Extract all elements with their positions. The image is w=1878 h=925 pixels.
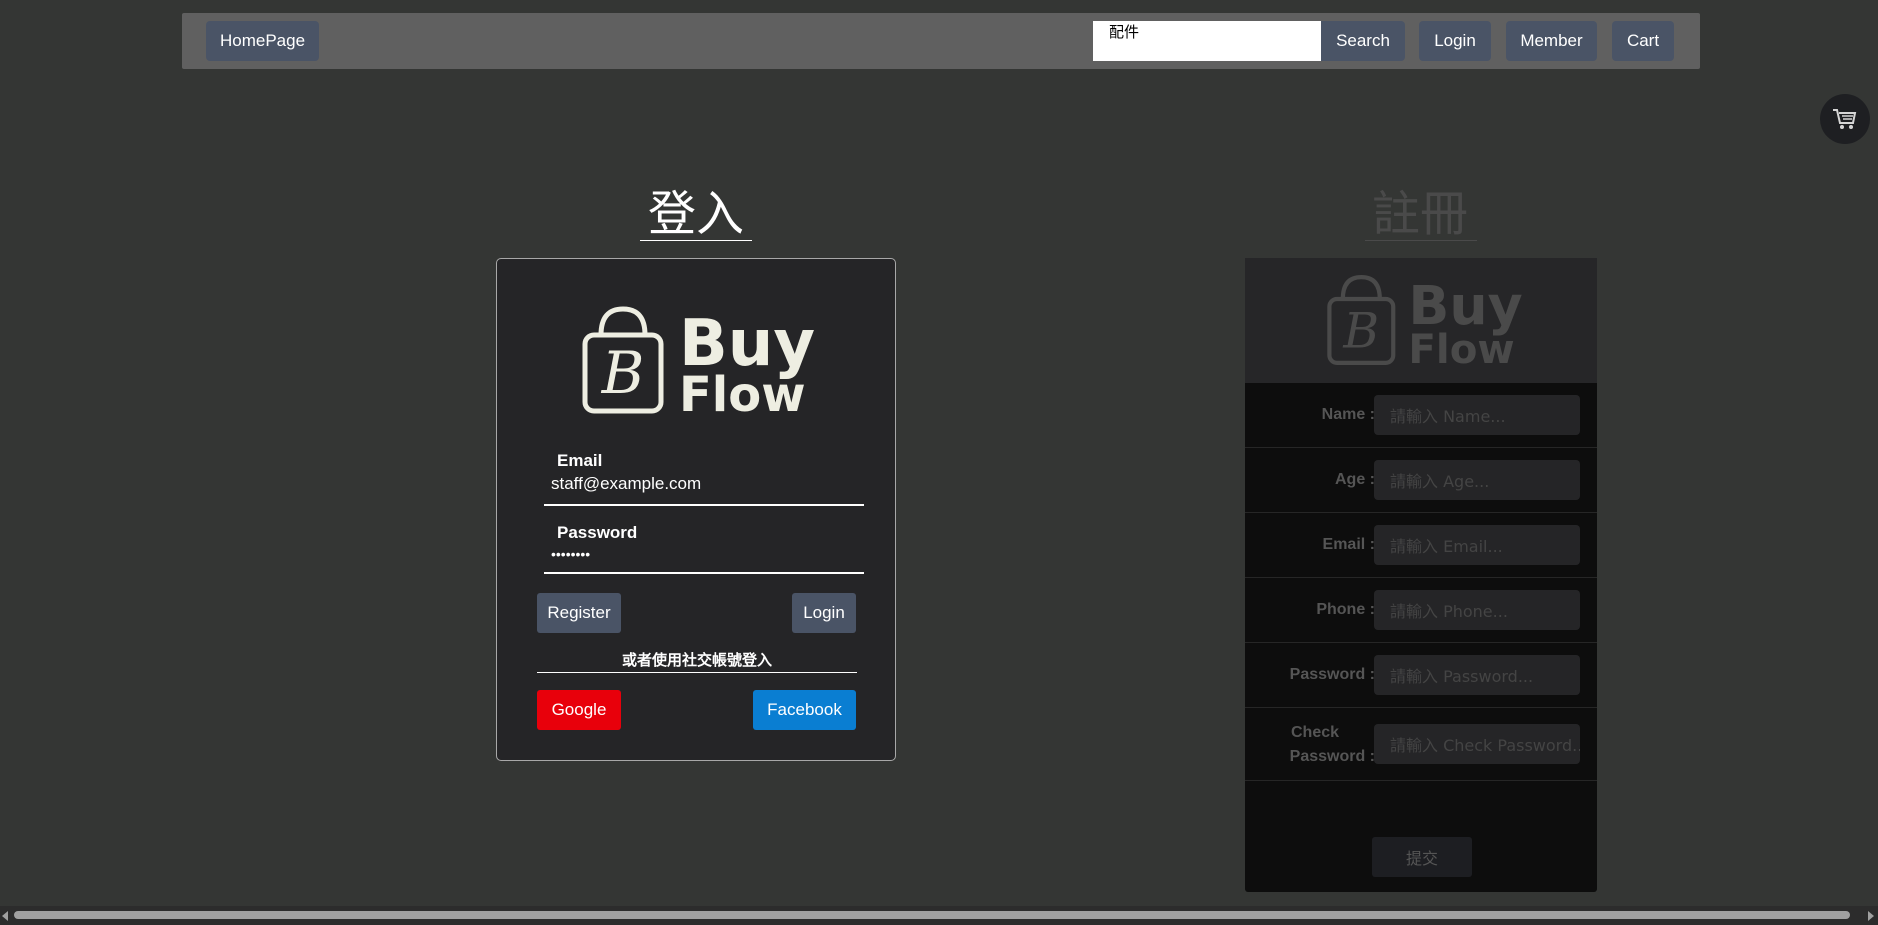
register-title: 註冊 bbox=[1371, 186, 1468, 242]
register-row-phone: Phone : 請輸入 Phone... bbox=[1245, 578, 1597, 643]
homepage-button[interactable]: HomePage bbox=[206, 21, 319, 61]
google-login-button[interactable]: Google bbox=[537, 690, 621, 730]
login-card: B Buy Flow Email staff@example.com Passw… bbox=[496, 258, 896, 761]
email-field[interactable]: staff@example.com bbox=[544, 474, 864, 506]
register-row-email: Email : 請輸入 Email... bbox=[1245, 513, 1597, 578]
register-password-input[interactable]: 請輸入 Password... bbox=[1374, 655, 1580, 695]
email-label: Email bbox=[557, 451, 603, 470]
svg-text:B: B bbox=[1342, 304, 1379, 360]
logo-text-flow: Flow bbox=[679, 367, 806, 415]
scroll-right-arrow[interactable] bbox=[1868, 911, 1874, 921]
svg-text:B: B bbox=[601, 339, 645, 407]
age-input[interactable]: 請輸入 Age... bbox=[1374, 460, 1580, 500]
register-submit-button[interactable]: 提交 bbox=[1372, 837, 1472, 877]
password-label: Password bbox=[557, 523, 638, 542]
register-title-underline bbox=[1365, 240, 1477, 241]
check-password-label-line2: Password : bbox=[1289, 748, 1375, 765]
register-email-input[interactable]: 請輸入 Email... bbox=[1374, 525, 1580, 565]
top-navbar: HomePage 配件 Search Login Member Cart bbox=[182, 13, 1700, 69]
member-button[interactable]: Member bbox=[1506, 21, 1597, 61]
phone-input[interactable]: 請輸入 Phone... bbox=[1374, 590, 1580, 630]
login-button[interactable]: Login bbox=[792, 593, 856, 633]
name-input[interactable]: 請輸入 Name... bbox=[1374, 395, 1580, 435]
login-title: 登入 bbox=[647, 186, 744, 242]
search-input[interactable]: 配件 bbox=[1093, 21, 1321, 61]
register-row-check-password: Check Password : 請輸入 Check Password... bbox=[1245, 708, 1597, 781]
register-row-age: Age : 請輸入 Age... bbox=[1245, 448, 1597, 513]
scrollbar-thumb[interactable] bbox=[14, 911, 1850, 919]
age-label: Age : bbox=[1335, 471, 1375, 488]
facebook-login-button[interactable]: Facebook bbox=[753, 690, 856, 730]
register-email-label: Email : bbox=[1322, 536, 1375, 553]
phone-label: Phone : bbox=[1316, 601, 1375, 618]
horizontal-scrollbar[interactable] bbox=[0, 906, 1878, 925]
check-password-label-line1: Check bbox=[1290, 724, 1340, 741]
check-password-input[interactable]: 請輸入 Check Password... bbox=[1374, 724, 1580, 764]
name-label: Name : bbox=[1321, 406, 1375, 423]
social-login-text: 或者使用社交帳號登入 bbox=[537, 649, 857, 673]
cart-button[interactable]: Cart bbox=[1612, 21, 1674, 61]
buyflow-logo: B Buy Flow bbox=[582, 306, 815, 415]
password-field[interactable]: •••••••• bbox=[544, 546, 864, 574]
login-nav-button[interactable]: Login bbox=[1419, 21, 1491, 61]
register-password-label: Password : bbox=[1289, 666, 1375, 683]
scroll-left-arrow[interactable] bbox=[2, 911, 8, 921]
register-header: B Buy Flow bbox=[1245, 258, 1597, 383]
register-row-password: Password : 請輸入 Password... bbox=[1245, 643, 1597, 708]
search-button[interactable]: Search bbox=[1321, 21, 1405, 61]
register-button[interactable]: Register bbox=[537, 593, 621, 633]
register-card: B Buy Flow Name : 請輸入 Name... Age : 請輸入 … bbox=[1245, 258, 1597, 892]
floating-cart-button[interactable] bbox=[1820, 94, 1870, 144]
buyflow-logo-faded: B Buy Flow bbox=[1327, 274, 1523, 368]
login-title-underline bbox=[640, 240, 752, 241]
logo-text-flow-faded: Flow bbox=[1408, 326, 1514, 368]
register-row-name: Name : 請輸入 Name... bbox=[1245, 383, 1597, 448]
shopping-cart-icon bbox=[1833, 109, 1857, 129]
